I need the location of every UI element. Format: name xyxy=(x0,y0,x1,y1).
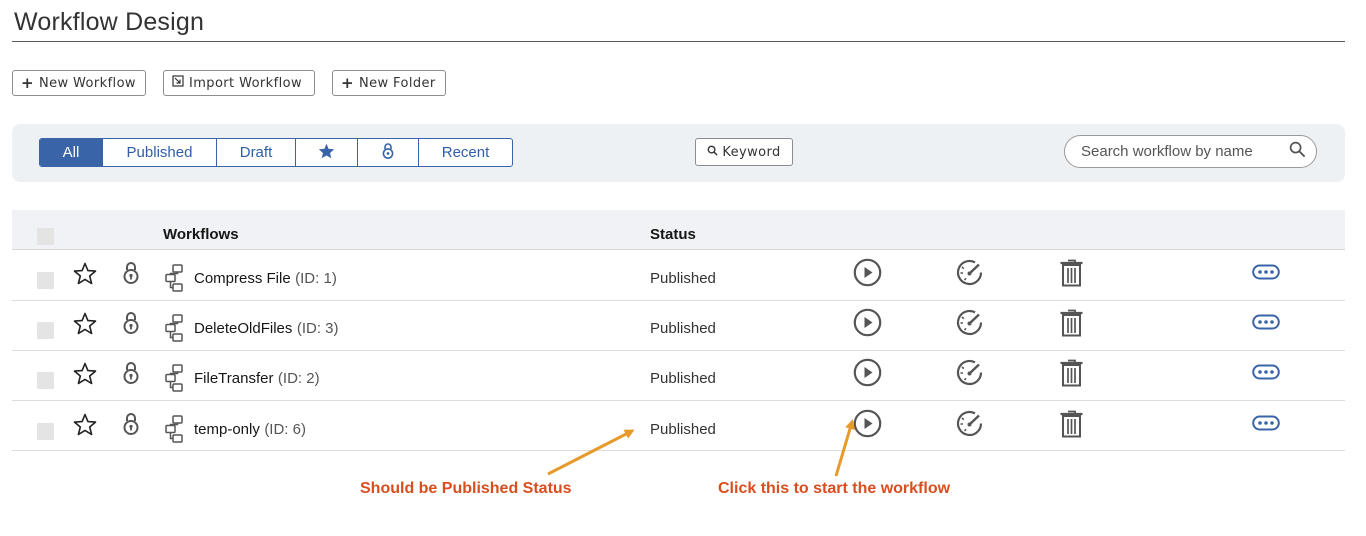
row-checkbox[interactable] xyxy=(37,322,54,339)
import-icon xyxy=(172,75,184,91)
search-icon[interactable] xyxy=(1289,141,1306,163)
trash-icon[interactable] xyxy=(1059,358,1084,392)
import-workflow-label: Import Workflow xyxy=(189,75,302,91)
tab-locked[interactable] xyxy=(358,139,419,166)
workflow-title[interactable]: temp-only (ID: 6) xyxy=(194,421,306,439)
lock-icon[interactable] xyxy=(122,361,140,390)
row-checkbox[interactable] xyxy=(37,372,54,389)
workflow-name: FileTransfer xyxy=(194,370,274,387)
workflow-title[interactable]: DeleteOldFiles (ID: 3) xyxy=(194,320,339,338)
status-label: Published xyxy=(650,421,716,438)
tab-draft[interactable]: Draft xyxy=(217,139,296,166)
star-icon[interactable] xyxy=(73,413,97,441)
plus-icon: + xyxy=(21,73,34,92)
table-row: temp-only (ID: 6) Published xyxy=(12,401,1345,451)
workflow-name: DeleteOldFiles xyxy=(194,320,293,337)
new-folder-button[interactable]: + New Folder xyxy=(332,70,446,96)
lock-icon[interactable] xyxy=(122,261,140,290)
workflow-title[interactable]: Compress File (ID: 1) xyxy=(194,270,337,288)
workflow-id: (ID: 1) xyxy=(295,270,337,287)
status-annotation: Should be Published Status xyxy=(360,480,572,497)
dashboard-gauge-icon[interactable] xyxy=(955,358,984,392)
plus-icon: + xyxy=(341,73,354,92)
tab-all[interactable]: All xyxy=(40,139,103,166)
title-divider xyxy=(12,41,1345,42)
import-workflow-button[interactable]: Import Workflow xyxy=(163,70,315,96)
new-workflow-label: New Workflow xyxy=(38,75,136,91)
lock-icon[interactable] xyxy=(122,311,140,340)
play-icon[interactable] xyxy=(853,258,882,292)
more-options-icon[interactable] xyxy=(1252,364,1280,386)
dashboard-gauge-icon[interactable] xyxy=(955,409,984,443)
workflow-icon xyxy=(165,364,189,397)
lock-icon[interactable] xyxy=(122,412,140,441)
workflow-id: (ID: 2) xyxy=(277,370,320,387)
table-row: Compress File (ID: 1) Published xyxy=(12,251,1345,301)
play-icon[interactable] xyxy=(853,308,882,342)
new-workflow-button[interactable]: + New Workflow xyxy=(12,70,146,96)
star-icon[interactable] xyxy=(73,312,97,340)
workflow-id: (ID: 3) xyxy=(296,320,339,337)
trash-icon[interactable] xyxy=(1059,409,1084,443)
table-row: DeleteOldFiles (ID: 3) Published xyxy=(12,301,1345,351)
workflow-title[interactable]: FileTransfer (ID: 2) xyxy=(194,370,320,388)
tab-published[interactable]: Published xyxy=(103,139,217,166)
keyword-label: Keyword xyxy=(722,144,781,160)
trash-icon[interactable] xyxy=(1059,308,1084,342)
workflow-name: temp-only xyxy=(194,421,260,438)
column-header-workflows: Workflows xyxy=(163,226,239,243)
select-all-checkbox[interactable] xyxy=(37,228,54,245)
status-label: Published xyxy=(650,320,716,337)
search-icon xyxy=(707,145,718,160)
dashboard-gauge-icon[interactable] xyxy=(955,308,984,342)
more-options-icon[interactable] xyxy=(1252,314,1280,336)
workflow-icon xyxy=(165,415,189,448)
workflow-icon xyxy=(165,264,189,297)
lock-icon xyxy=(382,142,394,163)
row-checkbox[interactable] xyxy=(37,272,54,289)
row-checkbox[interactable] xyxy=(37,423,54,440)
star-filled-icon xyxy=(318,143,335,163)
keyword-button[interactable]: Keyword xyxy=(695,138,793,166)
column-header-status: Status xyxy=(650,226,696,243)
more-options-icon[interactable] xyxy=(1252,415,1280,437)
tab-favorites[interactable] xyxy=(296,139,358,166)
more-options-icon[interactable] xyxy=(1252,264,1280,286)
star-icon[interactable] xyxy=(73,362,97,390)
status-label: Published xyxy=(650,270,716,287)
play-icon[interactable] xyxy=(853,409,882,443)
table-row: FileTransfer (ID: 2) Published xyxy=(12,351,1345,401)
search-input[interactable] xyxy=(1081,143,1289,160)
dashboard-gauge-icon[interactable] xyxy=(955,258,984,292)
tab-recent[interactable]: Recent xyxy=(419,139,512,166)
star-icon[interactable] xyxy=(73,262,97,290)
workflow-icon xyxy=(165,314,189,347)
filter-tabs: All Published Draft Recent xyxy=(39,138,513,167)
workflow-id: (ID: 6) xyxy=(264,421,306,438)
trash-icon[interactable] xyxy=(1059,258,1084,292)
workflow-name: Compress File xyxy=(194,270,291,287)
page-title: Workflow Design xyxy=(14,8,205,36)
status-label: Published xyxy=(650,370,716,387)
new-folder-label: New Folder xyxy=(358,75,436,91)
play-icon[interactable] xyxy=(853,358,882,392)
search-box xyxy=(1064,135,1317,168)
start-annotation: Click this to start the workflow xyxy=(718,480,951,497)
